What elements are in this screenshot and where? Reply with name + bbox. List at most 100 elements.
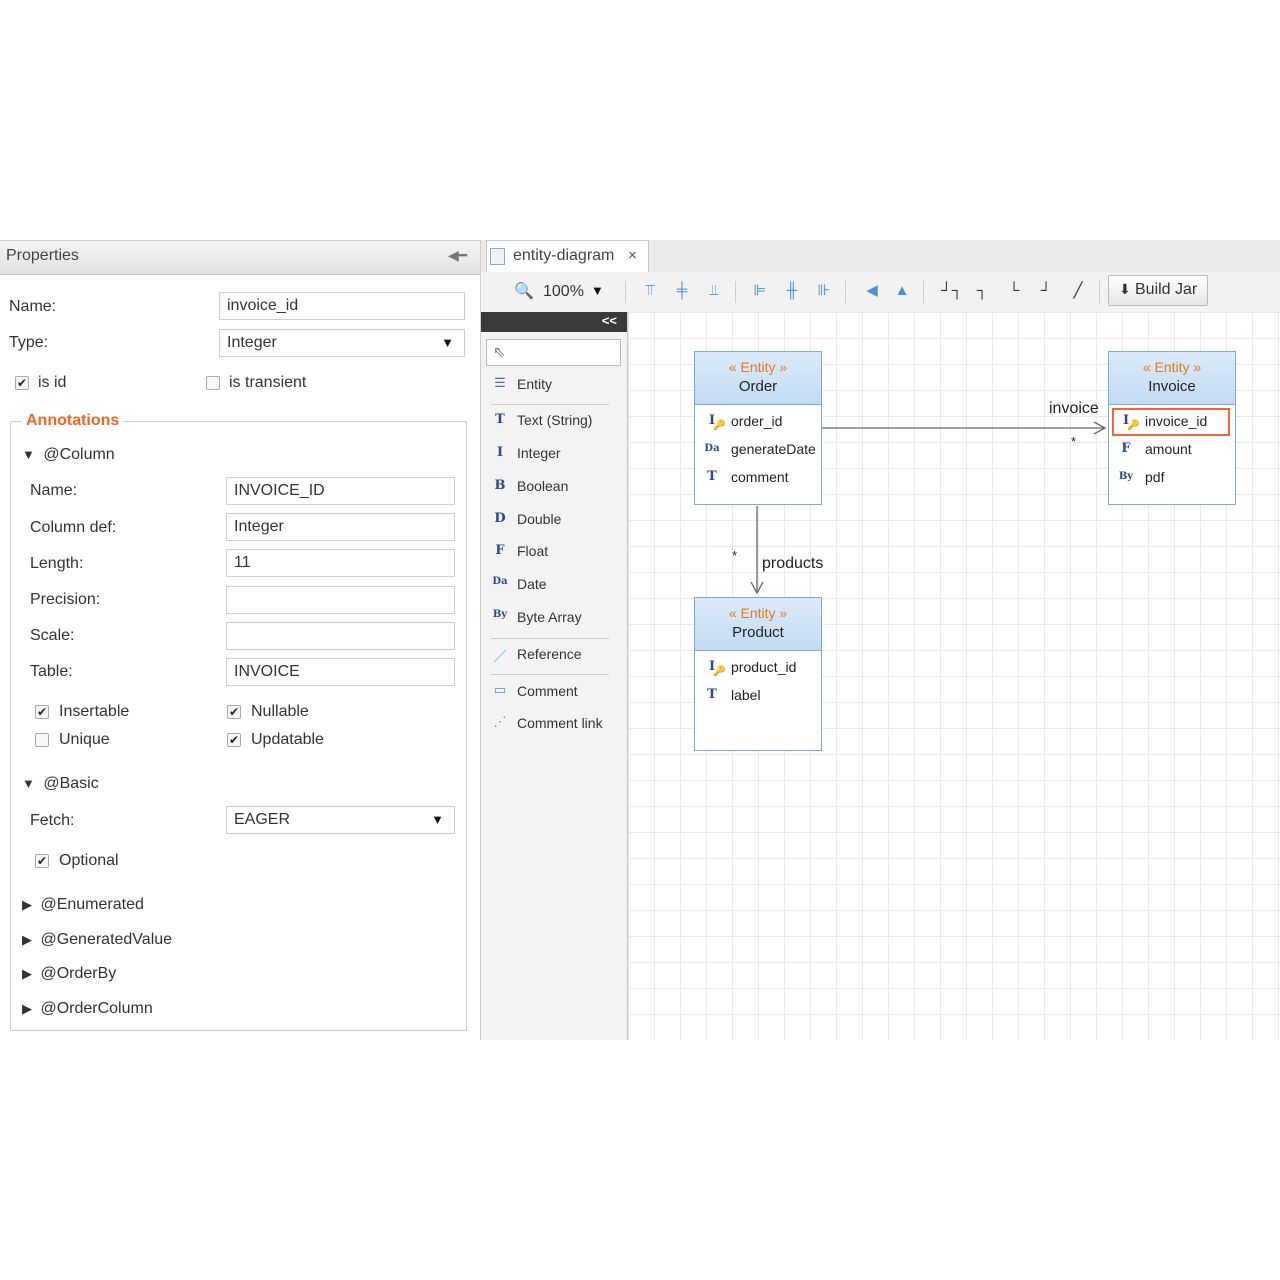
type-select[interactable]: Integer ▼ — [219, 329, 465, 357]
unique-checkbox[interactable] — [35, 733, 49, 747]
entity-icon: ☰ — [494, 376, 506, 391]
is-id-checkbox[interactable] — [15, 376, 29, 390]
integer-type-icon: I — [496, 445, 504, 460]
entity-attribute-label[interactable]: T label — [703, 686, 815, 708]
entity-attribute-pdf[interactable]: By pdf — [1117, 468, 1229, 490]
basic-section-title: @Basic — [43, 775, 99, 792]
route-orthogonal-icon[interactable]: ┘┐ — [941, 282, 962, 300]
table-input[interactable]: INVOICE — [226, 658, 455, 686]
entity-header: « Entity » Product — [695, 598, 821, 651]
orderby-section-toggle[interactable]: ▶ @OrderBy — [22, 965, 116, 983]
text-type-icon: T — [707, 687, 717, 702]
invoice-multiplicity: * — [1071, 434, 1077, 449]
entity-product[interactable]: « Entity » Product I 🔑 product_id T labe… — [694, 597, 822, 751]
entity-attribute-product-id[interactable]: I 🔑 product_id — [703, 658, 815, 680]
optional-checkbox[interactable] — [35, 854, 49, 868]
fetch-select[interactable]: EAGER ▼ — [226, 806, 455, 834]
tab-entity-diagram[interactable]: entity-diagram × — [486, 240, 649, 273]
align-middle-icon[interactable]: ╪ — [673, 282, 691, 300]
entity-invoice[interactable]: « Entity » Invoice I 🔑 invoice_id F amou… — [1108, 351, 1236, 505]
entity-attribute-invoice-id[interactable]: I 🔑 invoice_id — [1112, 408, 1230, 436]
zoom-level[interactable]: 100% — [543, 283, 584, 301]
align-left-icon[interactable]: ⊫ — [751, 282, 769, 300]
annotations-title: Annotations — [22, 412, 124, 430]
entity-stereotype: « Entity » — [1142, 359, 1202, 375]
is-transient-checkbox[interactable] — [206, 376, 220, 390]
chevron-down-icon: ▼ — [441, 335, 454, 350]
download-icon: ⬇ — [1119, 281, 1131, 297]
triangle-right-icon: ▶ — [22, 897, 32, 912]
palette-item-label: Reference — [517, 646, 582, 662]
diagram-canvas[interactable]: invoice * products * « Entity » Order I … — [628, 312, 1280, 1040]
triangle-right-icon: ▶ — [22, 1001, 32, 1016]
palette-item-text[interactable]: T Text (String) — [491, 410, 621, 432]
palette-item-date[interactable]: Da Date — [491, 574, 621, 596]
chevron-down-icon[interactable]: ▼ — [591, 283, 604, 298]
properties-title: Properties — [6, 247, 79, 264]
entity-order[interactable]: « Entity » Order I 🔑 order_id Da generat… — [694, 351, 822, 505]
route-elbow-icon[interactable]: ┘ — [1037, 282, 1055, 300]
length-input[interactable]: 11 — [226, 549, 455, 577]
align-top-icon[interactable]: ⫪ — [641, 282, 659, 300]
text-type-icon: T — [495, 412, 505, 427]
palette-item-float[interactable]: F Float — [491, 541, 621, 563]
generatedvalue-section-toggle[interactable]: ▶ @GeneratedValue — [22, 931, 172, 949]
entity-attribute-order-id[interactable]: I 🔑 order_id — [703, 412, 815, 434]
build-jar-button[interactable]: ⬇ Build Jar — [1108, 275, 1208, 306]
basic-section-toggle[interactable]: ▼ @Basic — [22, 775, 99, 793]
route-straight-icon[interactable]: ╱ — [1069, 282, 1087, 300]
palette-item-reference[interactable]: ／ Reference — [491, 644, 621, 666]
route-vertical-icon[interactable]: ┐ — [973, 282, 991, 300]
palette-item-boolean[interactable]: B Boolean — [491, 476, 621, 498]
enumerated-section-toggle[interactable]: ▶ @Enumerated — [22, 896, 144, 914]
scale-input[interactable] — [226, 622, 455, 650]
attribute-name: comment — [731, 469, 789, 485]
distribute-horizontal-icon[interactable]: ◀ — [863, 282, 881, 300]
entity-attribute-generate-date[interactable]: Da generateDate — [703, 440, 815, 462]
entity-name: Product — [732, 624, 784, 641]
attribute-name: amount — [1145, 441, 1192, 457]
palette-item-integer[interactable]: I Integer — [491, 443, 621, 465]
updatable-checkbox[interactable] — [227, 733, 241, 747]
key-icon: 🔑 — [1127, 420, 1140, 431]
column-section-toggle[interactable]: ▼ @Column — [22, 446, 115, 464]
text-type-icon: T — [707, 469, 717, 484]
scale-label: Scale: — [30, 627, 75, 644]
nullable-checkbox[interactable] — [227, 705, 241, 719]
palette-item-comment[interactable]: ▭ Comment — [491, 681, 621, 703]
close-icon[interactable]: × — [628, 247, 637, 264]
properties-header: Properties ◀━ — [0, 240, 480, 275]
palette-item-double[interactable]: D Double — [491, 509, 621, 531]
pin-icon[interactable]: ◀━ — [448, 247, 467, 264]
align-right-icon[interactable]: ⊪ — [815, 282, 833, 300]
column-section-title: @Column — [43, 446, 115, 463]
palette-item-entity[interactable]: ☰ Entity — [491, 374, 621, 396]
palette-item-comment-link[interactable]: ⋰ Comment link — [491, 713, 621, 735]
type-label: Type: — [9, 334, 49, 351]
distribute-vertical-icon[interactable]: ▲ — [893, 282, 911, 300]
entity-attribute-amount[interactable]: F amount — [1117, 440, 1229, 462]
collapse-palette-button[interactable]: << — [602, 313, 617, 328]
palette-item-byte-array[interactable]: By Byte Array — [491, 607, 621, 629]
column-def-input[interactable]: Integer — [226, 513, 455, 541]
optional-label: Optional — [59, 852, 119, 869]
build-jar-label: Build Jar — [1135, 281, 1198, 298]
tab-label: entity-diagram — [513, 247, 615, 264]
entity-header: « Entity » Order — [695, 352, 821, 405]
generatedvalue-section-title: @GeneratedValue — [40, 931, 173, 948]
precision-input[interactable] — [226, 586, 455, 614]
palette-pointer-tool[interactable]: ⇖ — [486, 339, 621, 366]
attribute-name: order_id — [731, 413, 783, 429]
toolbar-separator — [923, 281, 924, 303]
align-center-icon[interactable]: ╫ — [783, 282, 801, 300]
palette-separator — [491, 404, 609, 405]
align-bottom-icon[interactable]: ⫫ — [705, 282, 723, 300]
float-type-icon: F — [495, 543, 505, 558]
route-horizontal-icon[interactable]: └ — [1005, 282, 1023, 300]
entity-attribute-comment[interactable]: T comment — [703, 468, 815, 490]
insertable-checkbox[interactable] — [35, 705, 49, 719]
palette-panel: << ⇖ ☰ Entity T Text (String) I Integer … — [481, 312, 628, 1040]
ordercolumn-section-toggle[interactable]: ▶ @OrderColumn — [22, 1000, 153, 1018]
name-input[interactable]: invoice_id — [219, 292, 465, 320]
column-name-input[interactable]: INVOICE_ID — [226, 477, 455, 505]
